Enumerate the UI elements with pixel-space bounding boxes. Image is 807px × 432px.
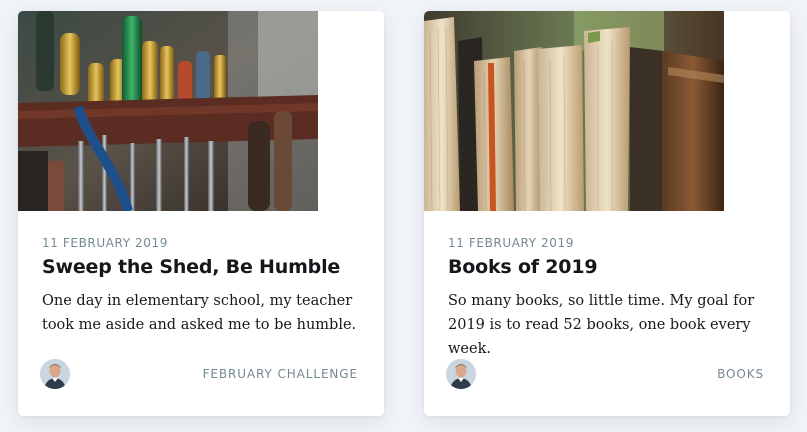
post-card-meta: BOOKS xyxy=(446,359,764,389)
post-date: 11 FEBRUARY 2019 xyxy=(448,236,574,250)
post-card[interactable]: 11 FEBRUARY 2019 Sweep the Shed, Be Humb… xyxy=(18,11,384,416)
post-title[interactable]: Books of 2019 xyxy=(448,254,766,280)
author-avatar[interactable] xyxy=(446,359,476,389)
author-avatar-image xyxy=(40,359,70,389)
post-card-content[interactable]: 11 FEBRUARY 2019 Sweep the Shed, Be Humb… xyxy=(42,235,360,337)
workshop-tools-image xyxy=(18,11,318,211)
author-avatar-image xyxy=(446,359,476,389)
post-title[interactable]: Sweep the Shed, Be Humble xyxy=(42,254,360,280)
post-card-content[interactable]: 11 FEBRUARY 2019 Books of 2019 So many b… xyxy=(448,235,766,361)
post-date: 11 FEBRUARY 2019 xyxy=(42,236,168,250)
author-avatar[interactable] xyxy=(40,359,70,389)
post-tag[interactable]: FEBRUARY CHALLENGE xyxy=(203,366,358,382)
post-card-meta: FEBRUARY CHALLENGE xyxy=(40,359,358,389)
stacked-books-image xyxy=(424,11,724,211)
post-excerpt: One day in elementary school, my teacher… xyxy=(42,293,357,333)
post-image-workshop-tools[interactable] xyxy=(18,11,318,211)
post-excerpt: So many books, so little time. My goal f… xyxy=(448,293,755,357)
post-tag[interactable]: BOOKS xyxy=(717,366,764,382)
post-image-stacked-books[interactable] xyxy=(424,11,724,211)
post-card[interactable]: 11 FEBRUARY 2019 Books of 2019 So many b… xyxy=(424,11,790,416)
